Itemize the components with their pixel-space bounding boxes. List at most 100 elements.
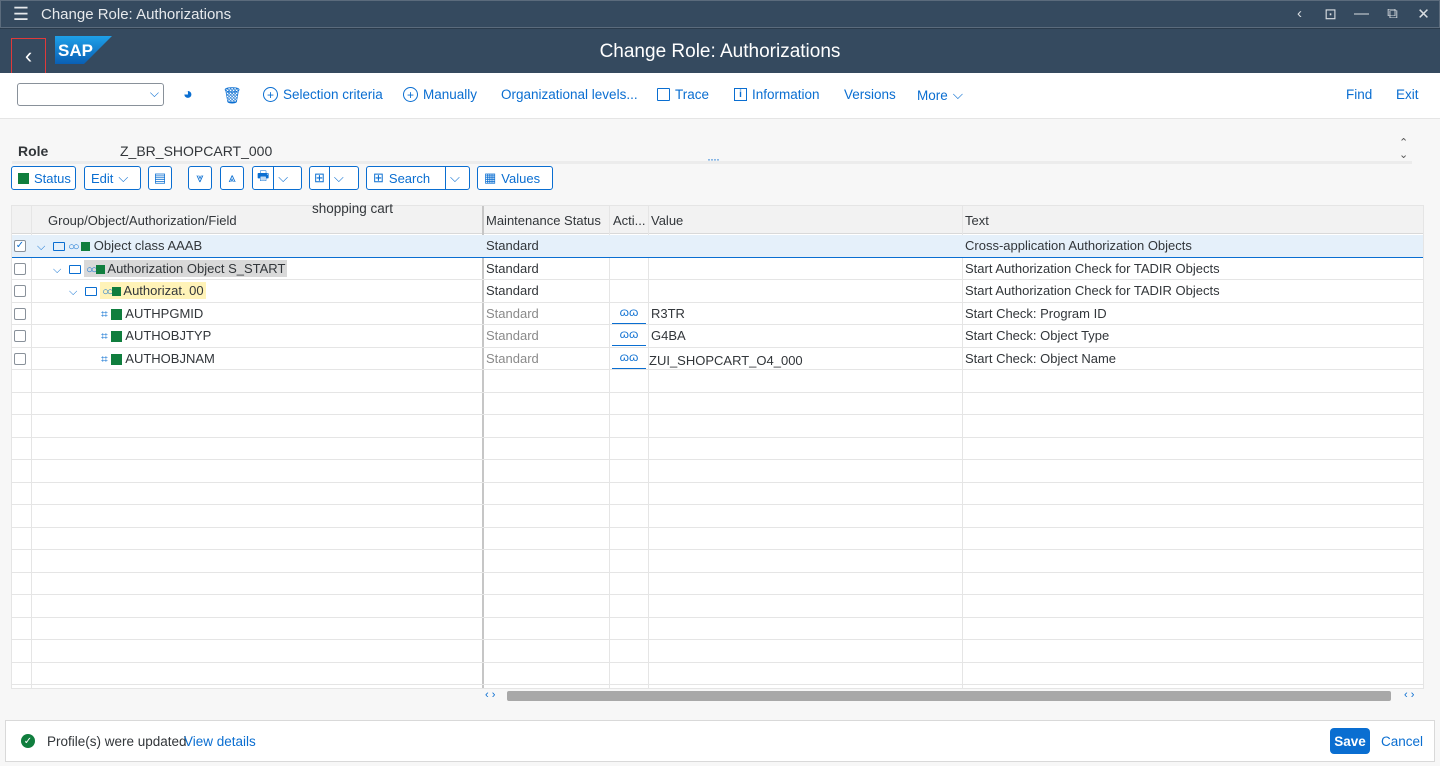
chevron-down-icon: ⌵ [450,170,460,185]
row-checkbox[interactable] [14,307,26,320]
table-row[interactable]: ⌵ ○○ Authorization Object S_START Standa… [12,258,1423,280]
empty-row [12,618,1423,640]
field-value[interactable]: G4BA [651,328,686,343]
view-button[interactable]: ⊞ ⌵ [309,166,359,190]
more-button[interactable]: More ⌵ [917,87,963,103]
scroll-left-right-arrows[interactable]: ‹ › [485,689,495,701]
table-icon: ▦ [484,170,497,185]
chevron-down-icon[interactable]: ⌵ [69,286,77,298]
object-class-icon: ○○ [68,241,79,253]
row-checkbox[interactable]: ✓ [14,240,26,252]
versions-button[interactable]: Versions [844,87,896,102]
selection-criteria-button[interactable]: + Selection criteria [263,87,383,102]
window-controls: ‹ ⊡ — ⧉ ✕ [1284,5,1439,23]
expand-all-button[interactable]: ⩔ [188,166,212,190]
col-header-text[interactable]: Text [965,213,989,228]
scroll-left-right-arrows[interactable]: ‹ › [1404,689,1414,701]
glasses-icon[interactable]: ɷɷ [612,350,646,369]
node-highlight: ○○ Authorization Object S_START [84,259,288,277]
status-button[interactable]: Status [11,166,76,190]
status-green-icon [111,308,123,320]
command-field-combo[interactable]: ⌵ [17,83,164,106]
table-row[interactable]: ⌵ ○○ Authorizat. 00 Standard Start Autho… [12,280,1423,303]
field-value[interactable]: ZUI_SHOPCART_O4_000 [649,353,803,368]
col-header-maintenance-status[interactable]: Maintenance Status [486,213,601,228]
close-icon[interactable]: ✕ [1408,5,1439,23]
tree-node: ⌗ AUTHOBJTYP [101,328,211,344]
status-green-icon [81,242,91,252]
cancel-button[interactable]: Cancel [1381,734,1423,749]
edit-label: Edit [91,170,114,186]
row-checkbox[interactable] [14,330,26,342]
window-back-icon[interactable]: ‹ [1284,5,1315,23]
authorization-icon: ○○ [102,286,113,298]
restore-icon[interactable]: ⧉ [1377,5,1408,23]
find-button[interactable]: Find [1346,87,1372,102]
window-unlock-icon[interactable]: ⊡ [1315,5,1346,23]
maintenance-status: Standard [486,283,539,298]
print-button[interactable]: 🖶 ⌵ [252,166,302,190]
table-row[interactable]: ⌗ AUTHOBJTYP Standard ɷɷ G4BA Start Chec… [12,325,1423,348]
folder-icon [84,287,97,297]
row-checkbox[interactable] [14,285,26,297]
window-titlebar: ☰ Change Role: Authorizations ‹ ⊡ — ⧉ ✕ [0,0,1440,28]
glasses-icon[interactable]: ɷɷ [612,305,646,324]
table-row[interactable]: ⌗ AUTHPGMID Standard ɷɷ R3TR Start Check… [12,303,1423,325]
trash-icon[interactable]: 🗑 [222,86,242,106]
status-green-icon [18,172,29,184]
info-icon: i [734,88,747,101]
row-text: Cross-application Authorization Objects [965,238,1192,253]
minimize-icon[interactable]: — [1346,5,1377,23]
chevron-down-icon[interactable]: ⌵ [150,86,159,101]
trace-button[interactable]: Trace [657,87,709,102]
maintenance-status: Standard [486,260,539,276]
shell-header: ‹ SAP Change Role: Authorizations [0,28,1440,74]
edit-menu-button[interactable]: Edit ⌵ [84,166,141,190]
information-button[interactable]: i Information [734,87,820,102]
field-value[interactable]: R3TR [651,306,685,321]
manually-button[interactable]: + Manually [403,87,477,102]
values-button[interactable]: ▦ Values [477,166,553,190]
empty-row [12,550,1423,573]
field-tag-icon: ⌗ [101,351,108,366]
empty-row [12,528,1423,550]
row-text: Start Check: Object Name [965,350,1116,366]
empty-row [12,685,1423,688]
table-row[interactable]: ⌗ AUTHOBJNAM Standard ɷɷ ZUI_SHOPCART_O4… [12,348,1423,370]
org-levels-button[interactable]: Organizational levels... [501,87,638,102]
glasses-icon[interactable]: ɷɷ [612,327,646,346]
chevron-down-icon: ⌵ [333,170,344,185]
search-button[interactable]: ⊞ Search ⌵ [366,166,470,190]
empty-row [12,483,1423,505]
manually-label: Manually [423,87,478,102]
empty-row [12,370,1423,393]
horizontal-scrollbar[interactable] [507,691,1391,701]
row-text: Start Check: Program ID [965,305,1107,321]
expand-header-dots[interactable]: ···· [707,152,720,166]
display-change-icon[interactable]: ◕ [183,86,193,104]
exit-button[interactable]: Exit [1396,87,1419,102]
row-checkbox[interactable] [14,352,26,365]
chevron-down-icon[interactable]: ⌵ [37,241,45,253]
hamburger-menu-icon[interactable]: ☰ [1,4,41,25]
layout-button[interactable]: ▤ [148,166,172,190]
col-header-object[interactable]: Group/Object/Authorization/Field [48,213,237,228]
save-button[interactable]: Save [1330,728,1370,754]
node-highlight: ○○ Authorizat. 00 [100,282,206,299]
node-label: AUTHOBJTYP [125,328,212,343]
row-checkbox[interactable] [14,262,26,275]
table-row[interactable]: ✓ ⌵ ○○ Object class AAAB Standard Cross-… [12,235,1423,258]
tree-node: ⌗ AUTHOBJNAM [101,351,215,367]
tree-node: ⌵ ○○ Authorizat. 00 [69,282,206,299]
collapse-all-button[interactable]: ⩓ [220,166,244,190]
view-details-link[interactable]: View details [184,734,256,749]
col-header-value[interactable]: Value [651,213,683,228]
maintenance-status: Standard [486,328,539,343]
col-header-activity[interactable]: Acti... [613,213,646,228]
role-value: Z_BR_SHOPCART_000 [120,143,273,159]
header-scroll-arrows[interactable]: ⌃ ⌄ [1399,137,1408,161]
chevron-down-icon[interactable]: ⌵ [53,264,61,276]
selection-criteria-label: Selection criteria [283,87,383,102]
message-footer: ✓ Profile(s) were updated View details S… [5,720,1435,762]
authorization-tree-grid: Group/Object/Authorization/Field Mainten… [11,205,1424,689]
